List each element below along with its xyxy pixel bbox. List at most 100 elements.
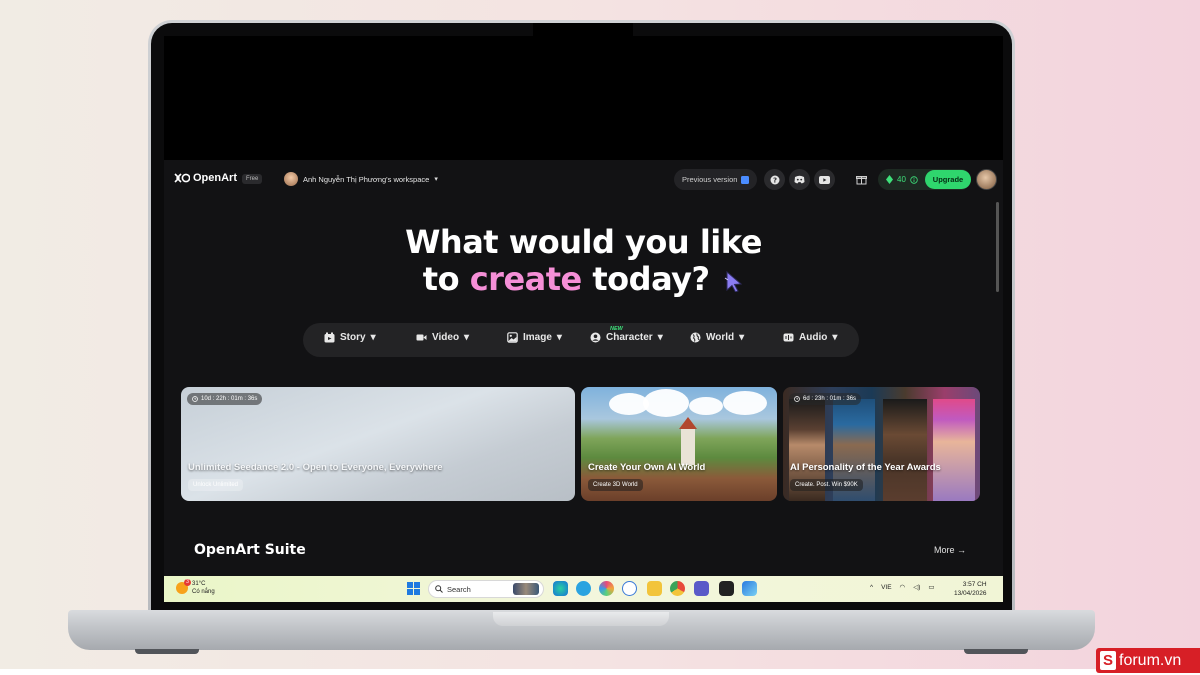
create-post-win-button[interactable]: Create. Post. Win $90K bbox=[790, 479, 863, 491]
weather-widget[interactable]: 3 31°C Có nắng bbox=[176, 579, 215, 596]
clock-icon bbox=[192, 396, 198, 402]
search-icon bbox=[435, 585, 443, 593]
clock-icon bbox=[794, 396, 800, 402]
workspace-name: Anh Nguyễn Thị Phương's workspace bbox=[303, 174, 430, 184]
sforum-watermark: S forum.vn bbox=[1096, 648, 1200, 673]
hero-suffix: today? bbox=[592, 260, 710, 298]
gift-icon bbox=[856, 176, 867, 185]
openart-logo[interactable]: OpenArt bbox=[174, 172, 237, 184]
globe-icon bbox=[690, 332, 701, 343]
workspace-switcher[interactable]: Anh Nguyễn Thị Phương's workspace ▾ bbox=[284, 172, 438, 186]
hero-title-line2: to create today? bbox=[164, 260, 1003, 298]
notification-badge: 3 bbox=[184, 579, 191, 586]
app-icon[interactable] bbox=[719, 581, 734, 596]
page-bottom-strip bbox=[0, 669, 1200, 675]
previous-version-button[interactable]: Previous version bbox=[674, 169, 758, 190]
chevron-down-icon: ▾ bbox=[556, 332, 562, 343]
windows-start-icon[interactable] bbox=[407, 582, 420, 595]
logo-text: OpenArt bbox=[193, 172, 237, 184]
telegram-icon[interactable] bbox=[576, 581, 591, 596]
category-world[interactable]: World ▾ bbox=[690, 332, 744, 343]
category-label: Story bbox=[340, 332, 366, 343]
openart-logo-icon bbox=[174, 173, 190, 183]
wifi-icon[interactable]: ◠ bbox=[900, 583, 906, 591]
category-label: Character bbox=[606, 332, 653, 343]
chevron-up-icon[interactable]: ^ bbox=[870, 584, 873, 591]
category-label: Image bbox=[523, 332, 552, 343]
watermark-logo-mark: S bbox=[1100, 651, 1116, 670]
image-icon bbox=[507, 332, 518, 343]
laptop-opening-notch bbox=[493, 612, 669, 626]
edge-icon[interactable] bbox=[553, 581, 568, 596]
windows-taskbar: 3 31°C Có nắng Search ^ VIE ◠ ◁) ▭ 3:57 … bbox=[164, 576, 1003, 602]
chevron-down-icon: ▾ bbox=[370, 332, 376, 343]
taskbar-search[interactable]: Search bbox=[428, 580, 544, 598]
help-button[interactable]: ? bbox=[764, 169, 785, 190]
cloud-shape bbox=[723, 391, 767, 415]
category-video[interactable]: Video ▾ bbox=[416, 332, 469, 343]
card-title: Unlimited Seedance 2.0 - Open to Everyon… bbox=[188, 462, 443, 473]
gift-button[interactable] bbox=[851, 169, 872, 190]
category-character[interactable]: Character ▾ bbox=[590, 332, 663, 343]
story-icon bbox=[324, 332, 335, 343]
new-badge: NEW bbox=[610, 326, 623, 332]
promo-card-ai-personality[interactable]: 6d : 23h : 01m : 36s AI Personality of t… bbox=[783, 387, 980, 501]
cursor-pointer-icon bbox=[724, 270, 743, 292]
category-story[interactable]: Story ▾ bbox=[324, 332, 376, 343]
laptop-lid: OpenArt Free Anh Nguyễn Thị Phương's wor… bbox=[148, 20, 1015, 616]
info-icon bbox=[910, 175, 918, 184]
weather-temp: 31°C bbox=[192, 581, 206, 587]
suite-section-title: OpenArt Suite bbox=[194, 542, 306, 558]
countdown-timer: 6d : 23h : 01m : 36s bbox=[789, 393, 862, 405]
audio-icon bbox=[783, 333, 794, 342]
weather-desc: Có nắng bbox=[192, 589, 215, 595]
language-indicator[interactable]: VIE bbox=[881, 584, 891, 591]
external-link-icon bbox=[741, 175, 750, 184]
chrome-icon[interactable] bbox=[670, 581, 685, 596]
taskbar-clock[interactable]: 3:57 CH 13/04/2026 bbox=[954, 580, 987, 598]
youtube-button[interactable] bbox=[814, 169, 835, 190]
cloud-shape bbox=[643, 389, 689, 417]
unlock-unlimited-button[interactable]: Unlock Unlimited bbox=[188, 479, 244, 491]
copilot-icon[interactable] bbox=[599, 581, 614, 596]
search-highlight-image bbox=[513, 583, 539, 595]
sun-icon: 3 bbox=[176, 579, 191, 594]
castle-tower bbox=[681, 427, 695, 465]
discord-button[interactable] bbox=[789, 169, 810, 190]
chevron-down-icon: ▾ bbox=[739, 332, 745, 343]
card-title: AI Personality of the Year Awards bbox=[790, 462, 941, 473]
laptop-foot bbox=[135, 649, 199, 654]
zalo-icon[interactable] bbox=[622, 581, 637, 596]
file-explorer-icon[interactable] bbox=[647, 581, 662, 596]
countdown-text: 10d : 22h : 01m : 36s bbox=[201, 396, 258, 402]
category-label: Audio bbox=[799, 332, 828, 343]
hero-prefix: to bbox=[422, 260, 460, 298]
chevron-down-icon: ▾ bbox=[434, 176, 438, 183]
laptop-foot bbox=[964, 649, 1028, 654]
youtube-icon bbox=[819, 175, 830, 184]
more-link[interactable]: More → bbox=[934, 545, 966, 555]
category-image[interactable]: Image ▾ bbox=[507, 332, 562, 343]
openart-app: OpenArt Free Anh Nguyễn Thị Phương's wor… bbox=[164, 160, 1003, 576]
promo-card-ai-world[interactable]: Create Your Own AI World Create 3D World bbox=[581, 387, 777, 501]
store-icon[interactable] bbox=[742, 581, 757, 596]
laptop-base bbox=[68, 610, 1095, 650]
category-audio[interactable]: Audio ▾ bbox=[783, 332, 837, 343]
promo-card-seedance[interactable]: 10d : 22h : 01m : 36s Unlimited Seedance… bbox=[181, 387, 575, 501]
user-avatar[interactable] bbox=[976, 169, 997, 190]
credit-gem-icon bbox=[886, 175, 893, 184]
portrait-image bbox=[933, 399, 975, 501]
chevron-down-icon: ▾ bbox=[832, 332, 838, 343]
battery-icon[interactable]: ▭ bbox=[928, 583, 934, 591]
search-placeholder: Search bbox=[447, 584, 471, 594]
chevron-down-icon: ▾ bbox=[657, 332, 663, 343]
card-title: Create Your Own AI World bbox=[588, 462, 706, 473]
volume-icon[interactable]: ◁) bbox=[913, 583, 920, 591]
upgrade-button[interactable]: Upgrade bbox=[925, 170, 971, 189]
credits-count: 40 bbox=[897, 175, 906, 184]
hero-title-line1: What would you like bbox=[405, 223, 762, 261]
workspace-avatar bbox=[284, 172, 298, 186]
create-3d-world-button[interactable]: Create 3D World bbox=[588, 479, 643, 491]
video-camera-icon bbox=[416, 334, 427, 341]
teams-icon[interactable] bbox=[694, 581, 709, 596]
